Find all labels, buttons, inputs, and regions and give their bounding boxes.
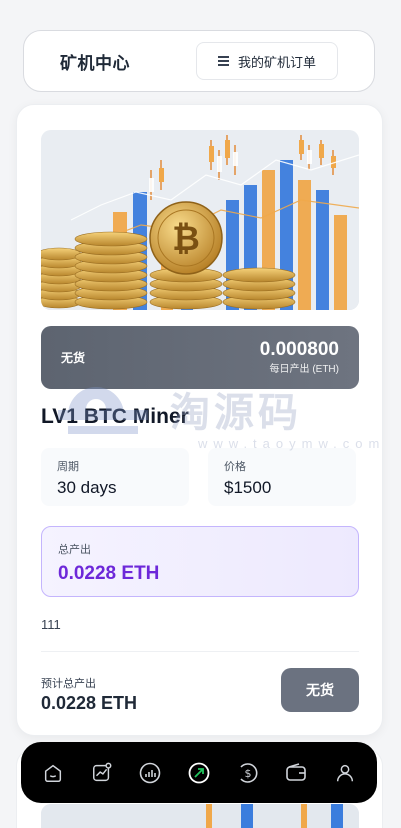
price-stat: 价格 $1500 [208,448,356,506]
period-value: 30 days [57,478,117,497]
page-header: 矿机中心 我的矿机订单 [23,30,375,92]
svg-text:$: $ [244,767,251,780]
home-icon [45,764,62,782]
bar-chart-icon [140,762,161,783]
page-title: 矿机中心 [60,53,130,73]
total-output-label: 总产出 [58,544,91,556]
miner-card: ₿ 无货 0.000800 每日产出 (ETH) LV1 BTC Miner 周… [16,104,383,736]
total-output-value: 0.0228 ETH [58,563,160,584]
nav-market[interactable] [84,755,120,791]
bottom-nav: $ [21,742,377,803]
period-stat: 周期 30 days [41,448,189,506]
market-trend-icon [92,762,112,781]
nav-home[interactable] [35,755,71,791]
list-icon [217,56,230,66]
dollar-coin-icon: $ [239,762,258,783]
daily-output-label: 每日产出 (ETH) [269,364,339,375]
bitcoin-chart-illustration: ₿ [41,130,359,310]
my-miner-orders-label: 我的矿机订单 [237,54,316,70]
nav-finance[interactable]: $ [230,755,266,791]
miner-name: LV1 BTC Miner [41,405,189,428]
divider [41,651,359,652]
out-of-stock-button[interactable]: 无货 [281,668,359,712]
expected-output-label: 预计总产出 [41,678,96,690]
price-label: 价格 [224,461,246,473]
status-bar: 无货 0.000800 每日产出 (ETH) [41,326,359,389]
next-chart-illustration [41,804,359,828]
expected-output: 预计总产出 0.0228 ETH [41,675,137,714]
page: 矿机中心 我的矿机订单 ₿ 无货 0.000800 每日产出 (ETH) LV1… [0,0,401,828]
nav-mining[interactable] [181,755,217,791]
expected-output-value: 0.0228 ETH [41,693,138,713]
my-miner-orders-button[interactable]: 我的矿机订单 [196,42,338,80]
miner-hero-image: ₿ [41,130,359,310]
period-label: 周期 [57,461,79,473]
nav-stats[interactable] [132,755,168,791]
stock-status-badge: 无货 [61,351,86,365]
total-output-box: 总产出 0.0228 ETH [41,526,359,597]
nav-profile[interactable] [327,755,363,791]
nav-wallet[interactable] [278,755,314,791]
next-miner-hero-image [41,804,359,828]
daily-output: 0.000800 每日产出 (ETH) [259,339,339,376]
price-value: $1500 [224,478,272,497]
wallet-icon [286,762,306,781]
miner-description: 111 [41,617,61,632]
svg-text:₿: ₿ [172,219,200,259]
user-icon [336,764,353,781]
daily-output-value: 0.000800 [259,339,339,360]
mining-icon [188,762,210,783]
